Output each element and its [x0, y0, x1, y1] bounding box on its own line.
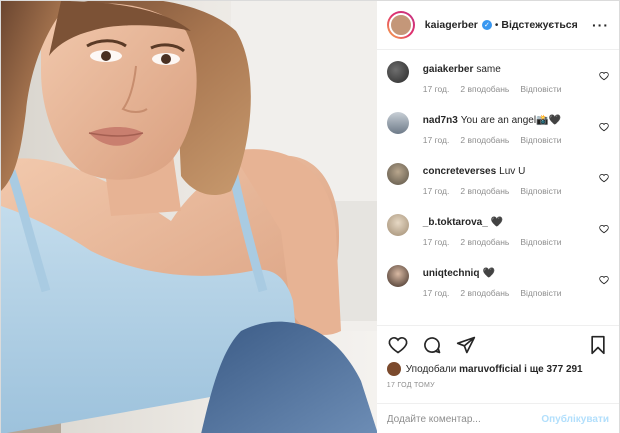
post-actions: Уподобали maruvofficial і ще 377 291 17 … — [376, 325, 619, 433]
comment-item: uniqtechniq 🖤 17 год. 2 вподобань Відпові… — [386, 262, 609, 313]
action-icons — [387, 334, 609, 356]
header-separator: • — [494, 19, 499, 31]
reply-button[interactable]: Відповісти — [520, 237, 561, 247]
comment-heart-icon[interactable] — [599, 122, 609, 132]
comment-button[interactable] — [421, 334, 443, 356]
post-header: kaiagerber ✓ • Відстежується ··· — [376, 1, 619, 50]
comment-item: gaiakerber same 17 год. 2 вподобань Відпо… — [386, 58, 609, 109]
comment-input[interactable] — [386, 413, 542, 425]
likes-prefix: Уподобали — [405, 363, 457, 375]
heart-icon — [388, 336, 408, 354]
like-button[interactable] — [387, 334, 409, 356]
comment-likes[interactable]: 2 вподобань — [460, 135, 509, 145]
commenter-avatar[interactable] — [386, 163, 409, 185]
share-button[interactable] — [455, 334, 477, 356]
comment-heart-icon[interactable] — [599, 224, 609, 234]
comment-text: 🖤 — [490, 217, 504, 228]
more-icon[interactable]: ··· — [592, 18, 609, 32]
liker-username[interactable]: maruvofficial — [459, 364, 521, 375]
likes-summary: Уподобали maruvofficial і ще 377 291 — [386, 362, 609, 376]
comment-time[interactable]: 17 год. — [423, 237, 450, 247]
comment-time[interactable]: 17 год. — [423, 288, 450, 298]
comment-heart-icon[interactable] — [599, 275, 609, 285]
post-time[interactable]: 17 год тому — [387, 382, 609, 389]
comment-time[interactable]: 17 год. — [423, 186, 450, 196]
share-icon — [456, 336, 475, 354]
comment-likes[interactable]: 2 вподобань — [460, 237, 509, 247]
reply-button[interactable]: Відповісти — [520, 135, 561, 145]
comment-username[interactable]: _b.toktarova_ — [423, 217, 488, 228]
author-avatar-image — [388, 13, 413, 37]
save-button[interactable] — [587, 334, 609, 356]
verified-icon: ✓ — [481, 20, 492, 30]
post-photo[interactable] — [1, 1, 377, 433]
add-comment-bar: Опублікувати — [376, 403, 619, 433]
comment-text: same — [476, 64, 501, 75]
comment-text: You are an angel📸🖤 — [460, 115, 561, 126]
commenter-avatar[interactable] — [386, 214, 409, 236]
comment-item: _b.toktarova_ 🖤 17 год. 2 вподобань Відпо… — [386, 211, 609, 262]
comment-heart-icon[interactable] — [599, 173, 609, 183]
comment-item: concreteverses Luv U 17 год. 2 вподобань … — [386, 160, 609, 211]
comment-likes[interactable]: 2 вподобань — [460, 84, 509, 94]
instagram-post: kaiagerber ✓ • Відстежується ··· gaiaker… — [0, 0, 620, 433]
publish-button[interactable]: Опублікувати — [541, 414, 609, 425]
reply-button[interactable]: Відповісти — [520, 186, 561, 196]
comment-username[interactable]: concreteverses — [423, 166, 496, 177]
commenter-avatar[interactable] — [386, 265, 409, 287]
bookmark-icon — [591, 335, 605, 355]
commenter-avatar[interactable] — [386, 112, 409, 134]
comment-heart-icon[interactable] — [599, 71, 609, 81]
comment-icon — [423, 337, 441, 354]
liker-avatar[interactable] — [386, 362, 401, 376]
author-avatar[interactable] — [386, 11, 415, 39]
comments-list[interactable]: gaiakerber same 17 год. 2 вподобань Відпо… — [377, 50, 619, 325]
comment-text: 🖤 — [482, 268, 495, 279]
comment-username[interactable]: uniqtechniq — [423, 268, 480, 279]
comment-likes[interactable]: 2 вподобань — [460, 186, 509, 196]
post-sidebar: kaiagerber ✓ • Відстежується ··· gaiaker… — [376, 1, 619, 433]
reply-button[interactable]: Відповісти — [520, 84, 561, 94]
reply-button[interactable]: Відповісти — [520, 288, 561, 298]
comment-likes[interactable]: 2 вподобань — [460, 288, 509, 298]
following-button[interactable]: Відстежується — [501, 19, 577, 31]
comment-username[interactable]: gaiakerber — [423, 64, 474, 75]
likes-count[interactable]: і ще 377 291 — [524, 364, 582, 375]
comment-time[interactable]: 17 год. — [423, 135, 450, 145]
comment-item: nad7n3 You are an angel📸🖤 17 год. 2 вподо… — [386, 109, 609, 160]
commenter-avatar[interactable] — [386, 61, 409, 83]
author-username[interactable]: kaiagerber — [425, 19, 478, 31]
photo-illustration — [1, 1, 377, 433]
comment-time[interactable]: 17 год. — [423, 84, 450, 94]
comment-username[interactable]: nad7n3 — [423, 115, 458, 126]
comment-text: Luv U — [499, 166, 526, 177]
